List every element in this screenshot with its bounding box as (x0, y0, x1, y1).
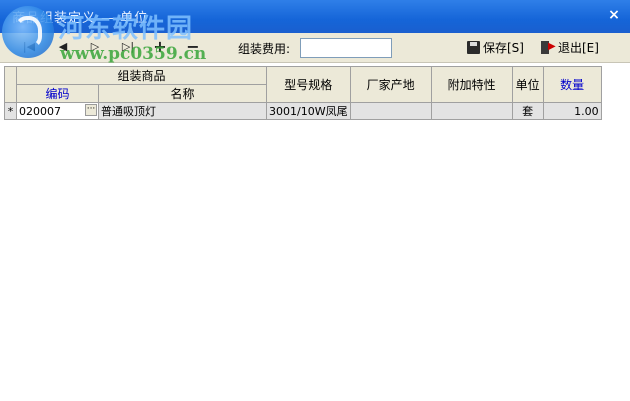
assembly-fee-label: 组装费用: (238, 42, 291, 56)
row-header-corner (4, 66, 17, 103)
row-marker: * (4, 102, 17, 120)
save-button[interactable]: 保存[S] (467, 37, 524, 57)
column-header-model[interactable]: 型号规格 (266, 66, 351, 103)
cell-qty[interactable]: 1.00 (542, 102, 602, 120)
save-icon (467, 40, 480, 54)
watermark-swirl-icon (14, 16, 42, 48)
cell-unit[interactable]: 套 (511, 102, 544, 120)
watermark-site-name: 河东软件园 (58, 14, 194, 44)
close-button[interactable]: × (606, 7, 622, 23)
column-header-qty[interactable]: 数量 (542, 66, 602, 103)
watermark-url: www.pc0359.cn (60, 44, 207, 64)
column-header-name[interactable]: 名称 (98, 84, 267, 103)
group-header-assembly-goods: 组装商品 (16, 66, 267, 85)
cell-code[interactable]: 020007 ··· (16, 102, 99, 120)
save-button-label: 保存[S] (483, 40, 524, 55)
exit-button-label: 退出[E] (558, 40, 599, 55)
column-header-extra[interactable]: 附加特性 (430, 66, 513, 103)
column-header-code[interactable]: 编码 (16, 84, 99, 103)
cell-name[interactable]: 普通吸顶灯 (98, 102, 267, 120)
column-header-origin[interactable]: 厂家产地 (349, 66, 432, 103)
table-row[interactable]: * 020007 ··· 普通吸顶灯 3001/10W凤尾 套 1.00 (4, 102, 602, 120)
column-header-unit[interactable]: 单位 (511, 66, 544, 103)
cell-extra[interactable] (430, 102, 513, 120)
cell-model[interactable]: 3001/10W凤尾 (266, 102, 351, 120)
exit-button[interactable]: ▶ 退出[E] (541, 37, 599, 57)
assembly-grid-area: 组装商品 型号规格 厂家产地 附加特性 单位 数量 编码 名称 * 020007… (0, 63, 630, 401)
assembly-fee-input[interactable] (300, 38, 392, 58)
exit-door-icon: ▶ (541, 40, 556, 54)
assembly-grid: 组装商品 型号规格 厂家产地 附加特性 单位 数量 编码 名称 * 020007… (4, 66, 602, 120)
lookup-ellipsis-button[interactable]: ··· (85, 104, 97, 116)
cell-code-value: 020007 (19, 104, 61, 118)
cell-origin[interactable] (349, 102, 432, 120)
